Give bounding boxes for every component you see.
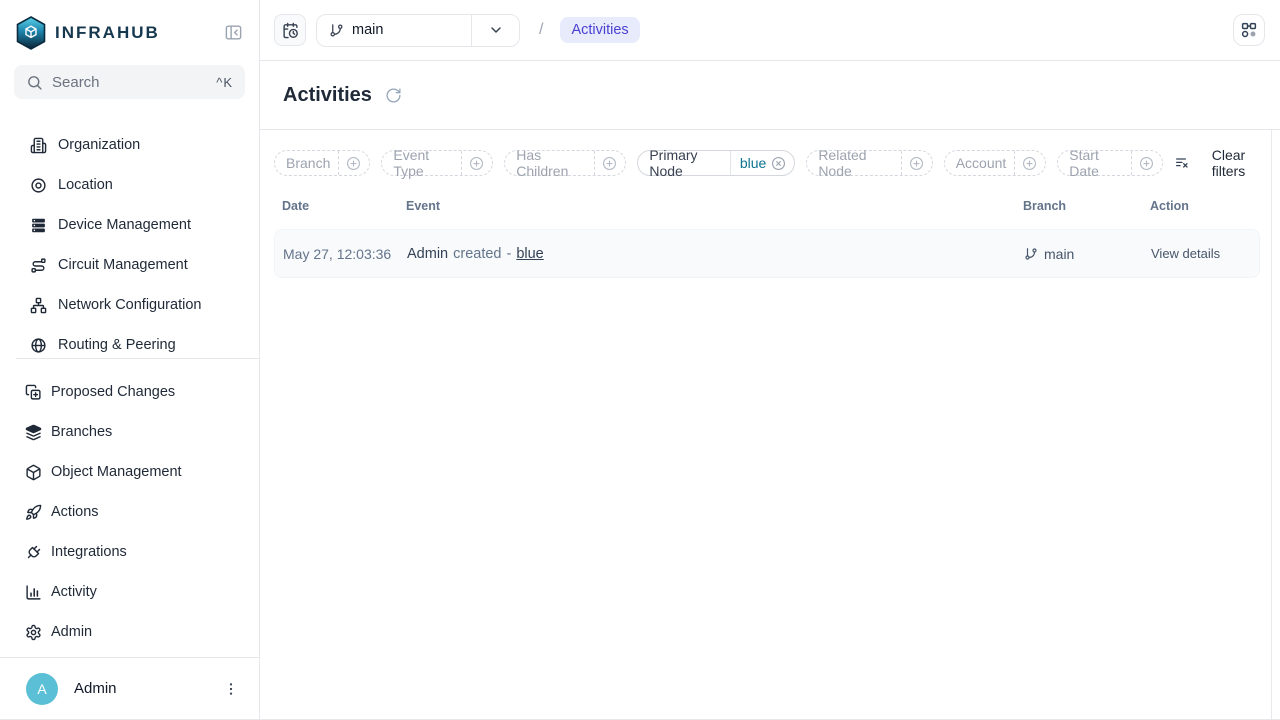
- user-name: Admin: [74, 680, 203, 697]
- branch-selector[interactable]: main: [316, 14, 520, 47]
- globe-icon: [30, 337, 47, 354]
- sidebar-item-activity[interactable]: Activity: [0, 572, 259, 612]
- filter-chip-has-children[interactable]: Has Children: [504, 150, 626, 176]
- table-row[interactable]: May 27, 12:03:36 Admincreated-blue main: [274, 229, 1260, 278]
- page-title: Activities: [283, 84, 372, 107]
- network-icon: [30, 297, 47, 314]
- filter-chip-account[interactable]: Account: [944, 150, 1047, 176]
- event-object-link[interactable]: blue: [516, 246, 543, 262]
- column-header-action: Action: [1150, 199, 1252, 213]
- plus-circle-icon[interactable]: [594, 151, 625, 175]
- cell-date: May 27, 12:03:36: [283, 246, 407, 262]
- sidebar-item-location[interactable]: Location: [0, 165, 259, 205]
- clear-filters-button[interactable]: Clear filters: [1174, 147, 1260, 179]
- location-icon: [30, 177, 47, 194]
- filter-value: blue: [740, 155, 766, 171]
- breadcrumb-separator: /: [539, 21, 543, 39]
- time-travel-button[interactable]: [274, 14, 306, 46]
- sidebar-divider: [16, 358, 259, 359]
- x-circle-icon[interactable]: [771, 156, 786, 171]
- box-icon: [25, 464, 42, 481]
- filter-chip-branch[interactable]: Branch: [274, 150, 370, 176]
- cell-branch: main: [1024, 246, 1151, 262]
- user-menu[interactable]: A Admin: [0, 658, 259, 719]
- user-menu-button[interactable]: [219, 677, 243, 701]
- filter-x-icon: [1174, 155, 1190, 171]
- sidebar-collapse-button[interactable]: [222, 21, 245, 44]
- sidebar-item-integrations[interactable]: Integrations: [0, 532, 259, 572]
- plus-circle-icon[interactable]: [1014, 151, 1045, 175]
- branch-selector-caret[interactable]: [471, 15, 519, 46]
- activities-table: Date Event Branch Action May 27, 12:03:3…: [274, 195, 1260, 278]
- app-window: INFRAHUB Search ^K: [0, 0, 1280, 720]
- search-input[interactable]: Search ^K: [14, 65, 245, 99]
- column-header-branch: Branch: [1023, 199, 1150, 213]
- calendar-clock-icon: [282, 22, 299, 39]
- plus-circle-icon[interactable]: [1131, 151, 1162, 175]
- plus-circle-icon[interactable]: [461, 151, 492, 175]
- filter-chip-related-node[interactable]: Related Node: [806, 150, 932, 176]
- event-actor: Admin: [407, 246, 448, 262]
- avatar: A: [26, 673, 58, 705]
- filter-bar: Branch Event Type Has Children: [274, 147, 1260, 179]
- sidebar-header: INFRAHUB: [0, 0, 259, 52]
- sidebar-item-object-management[interactable]: Object Management: [0, 452, 259, 492]
- branch-selector-value: main: [317, 15, 471, 46]
- search-icon: [26, 74, 43, 91]
- content-body: Branch Event Type Has Children: [260, 130, 1280, 719]
- sidebar-item-device-management[interactable]: Device Management: [0, 205, 259, 245]
- topbar: main / Activities: [260, 0, 1280, 61]
- panel-left-close-icon: [224, 23, 243, 42]
- breadcrumb-current[interactable]: Activities: [560, 17, 639, 43]
- column-header-date: Date: [282, 199, 406, 213]
- filter-chip-primary-node[interactable]: Primary Node blue: [637, 150, 795, 176]
- plus-circle-icon[interactable]: [338, 151, 369, 175]
- sidebar-schema-menu: Organization Location Device Management: [0, 125, 259, 354]
- schema-icon: [1240, 21, 1258, 39]
- sidebar-item-network-configuration[interactable]: Network Configuration: [0, 285, 259, 325]
- filter-chip-start-date[interactable]: Start Date: [1057, 150, 1163, 176]
- sidebar-item-actions[interactable]: Actions: [0, 492, 259, 532]
- git-branch-icon: [1024, 247, 1038, 261]
- search-shortcut: ^K: [216, 75, 233, 90]
- bar-chart-icon: [25, 584, 42, 601]
- plus-circle-icon[interactable]: [901, 151, 932, 175]
- refresh-button[interactable]: [385, 87, 402, 104]
- route-icon: [30, 257, 47, 274]
- view-details-link[interactable]: View details: [1151, 246, 1220, 261]
- logo[interactable]: INFRAHUB: [16, 16, 160, 50]
- event-verb: created: [453, 246, 501, 262]
- server-icon: [30, 217, 47, 234]
- building-icon: [30, 137, 47, 154]
- search-placeholder: Search: [52, 74, 207, 91]
- table-header-row: Date Event Branch Action: [274, 195, 1260, 217]
- gear-icon: [25, 624, 42, 641]
- sidebar-item-proposed-changes[interactable]: Proposed Changes: [0, 372, 259, 412]
- sidebar: INFRAHUB Search ^K: [0, 0, 260, 719]
- page-header: Activities: [260, 61, 1280, 130]
- sidebar-item-branches[interactable]: Branches: [0, 412, 259, 452]
- cell-event: Admincreated-blue: [407, 246, 1024, 262]
- chevron-down-icon: [488, 22, 504, 38]
- brand-name: INFRAHUB: [55, 23, 160, 43]
- column-header-event: Event: [406, 199, 1023, 213]
- plug-icon: [25, 544, 42, 561]
- sidebar-item-organization[interactable]: Organization: [0, 125, 259, 165]
- git-branch-icon: [329, 23, 344, 38]
- copy-diff-icon: [25, 384, 42, 401]
- main-area: main / Activities: [260, 0, 1280, 719]
- sidebar-main-menu: Proposed Changes Branches Object Managem…: [0, 372, 259, 652]
- refresh-icon: [385, 87, 402, 104]
- layers-icon: [25, 424, 42, 441]
- cell-action: View details: [1151, 245, 1251, 263]
- sidebar-item-routing-peering[interactable]: Routing & Peering: [0, 325, 259, 354]
- vertical-scrollbar[interactable]: [1271, 130, 1272, 719]
- filter-chip-event-type[interactable]: Event Type: [381, 150, 493, 176]
- schema-visualizer-button[interactable]: [1233, 14, 1265, 46]
- infrahub-logo-icon: [16, 16, 46, 50]
- sidebar-item-admin[interactable]: Admin: [0, 612, 259, 652]
- sidebar-item-circuit-management[interactable]: Circuit Management: [0, 245, 259, 285]
- rocket-icon: [25, 504, 42, 521]
- kebab-icon: [223, 681, 239, 697]
